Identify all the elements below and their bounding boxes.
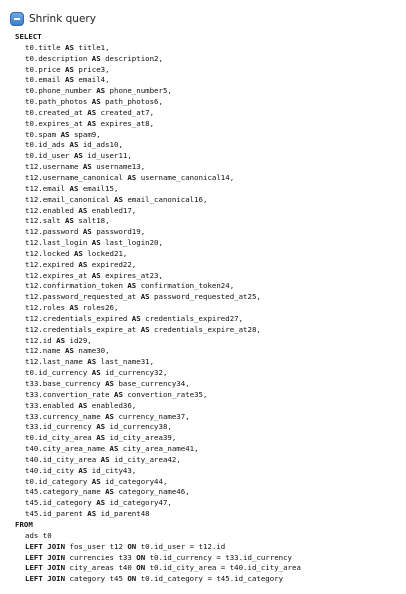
select-column-line: t0.spam AS spam9, <box>25 129 101 139</box>
select-keyword: SELECT <box>15 32 42 41</box>
join-line: LEFT JOIN city_areas t40 ON t0.id_city_a… <box>25 563 301 573</box>
from-keyword: FROM <box>15 519 33 529</box>
select-column-line: t33.convertion_rate AS convertion_rate35… <box>25 389 208 399</box>
select-column-line: t12.locked AS locked21, <box>25 248 128 258</box>
join-list: LEFT JOIN fos_user t12 ON t0.id_user = t… <box>15 542 301 585</box>
sql-query-block: SELECT t0.title AS title1, t0.description… <box>15 32 301 585</box>
select-column-line: t40.city_area_name AS city_area_name41, <box>25 444 199 454</box>
select-column-line: t33.enabled AS enabled36, <box>25 400 137 410</box>
select-column-line: t12.name AS name30, <box>25 346 110 356</box>
select-column-line: t33.base_currency AS base_currency34, <box>25 379 190 388</box>
select-column-line: t0.phone_number AS phone_number5, <box>25 86 172 96</box>
select-column-line: t12.roles AS roles26, <box>25 303 119 313</box>
select-column-line: t12.email AS email15, <box>25 183 119 193</box>
select-column-line: t12.expired AS expired22, <box>25 259 137 269</box>
select-column-line: t0.price AS price3, <box>25 64 110 74</box>
select-column-line: t0.description AS description2, <box>25 53 163 63</box>
select-column-line: t12.salt AS salt18, <box>25 216 110 226</box>
from-table: ads t0 <box>25 530 52 540</box>
select-column-line: t12.expires_at AS expires_at23, <box>25 270 163 280</box>
select-column-line: t45.id_parent AS id_parent48 <box>25 509 150 519</box>
select-column-line: t0.id_category AS id_category44, <box>25 476 168 486</box>
select-column-line: t0.id_currency AS id_currency32, <box>25 368 168 378</box>
select-column-line: t12.username_canonical AS username_canon… <box>25 172 235 182</box>
select-column-line: t0.id_user AS id_user11, <box>25 151 132 161</box>
select-column-line: t33.id_currency AS id_currency38, <box>25 422 172 432</box>
select-column-line: t12.confirmation_token AS confirmation_t… <box>25 281 235 291</box>
minus-icon[interactable] <box>10 12 24 26</box>
select-column-line: t40.id_city AS id_city43, <box>25 465 137 475</box>
shrink-query-toggle[interactable]: Shrink query <box>10 9 96 29</box>
select-column-line: t12.credentials_expire_at AS credentials… <box>25 324 261 334</box>
select-column-line: t45.category_name AS category_name46, <box>25 487 190 497</box>
select-column-line: t45.id_category AS id_category47, <box>25 498 172 508</box>
select-column-line: t12.email_canonical AS email_canonical16… <box>25 194 208 204</box>
select-column-line: t0.email AS email4, <box>25 75 110 85</box>
select-column-line: t0.id_ads AS id_ads10, <box>25 140 123 150</box>
join-line: LEFT JOIN currencies t33 ON t0.id_curren… <box>25 552 292 562</box>
select-column-line: t0.expires_at AS expires_at8, <box>25 118 155 128</box>
select-column-line: t12.last_name AS last_name31, <box>25 357 155 367</box>
select-column-line: t12.last_login AS last_login20, <box>25 238 163 248</box>
select-column-line: t0.path_photos AS path_photos6, <box>25 97 163 107</box>
select-column-line: t12.id AS id29, <box>25 335 92 345</box>
join-line: LEFT JOIN fos_user t12 ON t0.id_user = t… <box>25 541 226 551</box>
select-column-list: t0.title AS title1, t0.description AS des… <box>15 43 301 520</box>
select-column-line: t40.id_city_area AS id_city_area42, <box>25 454 181 464</box>
select-column-line: t0.id_city_area AS id_city_area39, <box>25 433 177 443</box>
select-column-line: t0.created_at AS created_at7, <box>25 107 155 117</box>
join-line: LEFT JOIN category t45 ON t0.id_category… <box>25 574 284 584</box>
shrink-query-label[interactable]: Shrink query <box>29 13 96 25</box>
select-column-line: t12.enabled AS enabled17, <box>25 205 137 215</box>
select-column-line: t12.password AS password19, <box>25 227 146 237</box>
select-column-line: t12.password_requested_at AS password_re… <box>25 292 261 302</box>
select-column-line: t12.credentials_expired AS credentials_e… <box>25 313 244 323</box>
select-column-line: t33.currency_name AS currency_name37, <box>25 411 190 421</box>
select-column-line: t0.title AS title1, <box>25 42 110 52</box>
select-column-line: t12.username AS username13, <box>25 162 146 172</box>
